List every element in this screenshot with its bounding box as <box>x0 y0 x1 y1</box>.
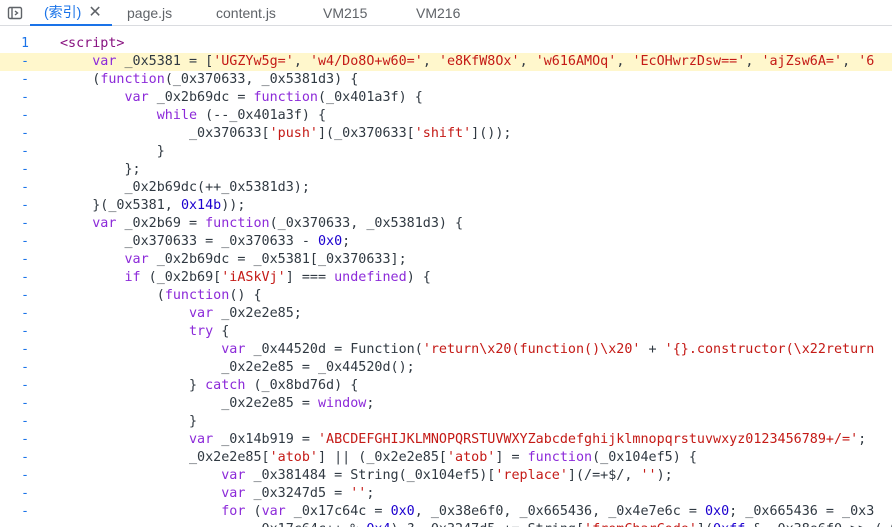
code-text: var _0x2b69dc = _0x5381[_0x370633]; <box>124 252 407 267</box>
line-number[interactable]: - <box>0 503 40 521</box>
code-text: var _0x381484 = String(_0x104ef5)['repla… <box>221 468 673 483</box>
tab-label: (索引) <box>44 4 82 20</box>
line-number[interactable]: - <box>0 215 40 233</box>
line-number[interactable]: - <box>0 53 40 71</box>
code-line[interactable]: - var _0x381484 = String(_0x104ef5)['rep… <box>0 467 892 485</box>
code-text: _0x2e2e85 = window; <box>60 396 375 411</box>
code-line[interactable]: - } <box>0 143 892 161</box>
line-number[interactable]: - <box>0 287 40 305</box>
code-text: }; <box>60 162 141 177</box>
line-number[interactable]: - <box>0 413 40 431</box>
code-line[interactable]: - var _0x44520d = Function('return\x20(f… <box>0 341 892 359</box>
code-line[interactable]: - } catch (_0x8bd76d) { <box>0 377 892 395</box>
code-text: } <box>60 414 198 429</box>
line-number[interactable]: - <box>0 305 40 323</box>
code-text: _0x2b69dc(++_0x5381d3); <box>60 180 310 195</box>
code-text: var _0x44520d = Function('return\x20(fun… <box>221 342 875 357</box>
tab-label: content.js <box>216 5 276 21</box>
code-line[interactable]: - var _0x5381 = ['UGZYw5g=', 'w4/Do8O+w6… <box>0 53 892 71</box>
line-number[interactable]: - <box>0 521 40 527</box>
code-line[interactable]: 1 <script> <box>0 35 892 53</box>
line-number[interactable]: - <box>0 269 40 287</box>
code-line[interactable]: - while (--_0x401a3f) { <box>0 107 892 125</box>
line-number[interactable]: - <box>0 323 40 341</box>
code-text: (function() { <box>60 288 262 303</box>
code-text: _0x2e2e85['atob'] || (_0x2e2e85['atob'] … <box>60 450 697 465</box>
line-number[interactable]: - <box>0 125 40 143</box>
code-text: var _0x2b69 = function(_0x370633, _0x538… <box>92 216 464 231</box>
code-text: while (--_0x401a3f) { <box>156 108 327 123</box>
code-text: }(_0x5381, 0x14b)); <box>60 198 246 213</box>
line-number[interactable]: - <box>0 467 40 485</box>
code-line[interactable]: - var _0x3247d5 = ''; <box>0 485 892 503</box>
code-line[interactable]: - _0x2e2e85 = _0x44520d(); <box>0 359 892 377</box>
code-text: _0x2e2e85 = _0x44520d(); <box>60 360 415 375</box>
tab-content-js[interactable]: content.js <box>216 0 276 26</box>
code-line[interactable]: - var _0x2b69dc = function(_0x401a3f) { <box>0 89 892 107</box>
line-number[interactable]: - <box>0 107 40 125</box>
code-line[interactable]: - for (var _0x17c64c = 0x0, _0x38e6f0, _… <box>0 503 892 521</box>
code-line[interactable]: - _0x370633 = _0x370633 - 0x0; <box>0 233 892 251</box>
code-text: var _0x2b69dc = function(_0x401a3f) { <box>124 90 423 105</box>
code-line[interactable]: - var _0x14b919 = 'ABCDEFGHIJKLMNOPQRSTU… <box>0 431 892 449</box>
line-number[interactable]: 1 <box>0 35 40 53</box>
code-editor[interactable]: 1 <script> - var _0x5381 = ['UGZYw5g=', 'w… <box>0 35 892 527</box>
code-text: if (_0x2b69['iASkVj'] === undefined) { <box>124 270 431 285</box>
sidebar-toggle-icon <box>7 6 23 19</box>
code-text: _0x370633 = _0x370633 - 0x0; <box>60 234 351 249</box>
code-text: _0x17c64c++ % 0x4) ? _0x3247d5 += String… <box>60 521 892 527</box>
line-number[interactable]: - <box>0 251 40 269</box>
code-text: } catch (_0x8bd76d) { <box>60 378 359 393</box>
code-line[interactable]: - (function(_0x370633, _0x5381d3) { <box>0 71 892 89</box>
code-text: _0x370633['push'](_0x370633['shift']()); <box>60 126 512 141</box>
line-number[interactable]: - <box>0 431 40 449</box>
source-tab-bar: (索引) ✕ page.js content.js VM215 VM216 <box>0 0 892 26</box>
toggle-navigator-button[interactable] <box>0 0 30 25</box>
code-text: for (var _0x17c64c = 0x0, _0x38e6f0, _0x… <box>221 504 875 519</box>
line-number[interactable]: - <box>0 161 40 179</box>
code-text: var _0x5381 = ['UGZYw5g=', 'w4/Do8O+w60=… <box>92 54 875 69</box>
line-number[interactable]: - <box>0 197 40 215</box>
line-number[interactable]: - <box>0 485 40 503</box>
code-line[interactable]: - try { <box>0 323 892 341</box>
code-text: var _0x14b919 = 'ABCDEFGHIJKLMNOPQRSTUVW… <box>189 432 867 447</box>
code-line[interactable]: - _0x2b69dc(++_0x5381d3); <box>0 179 892 197</box>
line-number[interactable]: - <box>0 359 40 377</box>
code-line[interactable]: - var _0x2b69dc = _0x5381[_0x370633]; <box>0 251 892 269</box>
tab-index[interactable]: (索引) ✕ <box>30 0 112 26</box>
tab-label: VM216 <box>416 5 461 21</box>
tab-page-js[interactable]: page.js <box>127 0 172 26</box>
close-icon[interactable]: ✕ <box>88 2 101 22</box>
line-number[interactable]: - <box>0 179 40 197</box>
line-number[interactable]: - <box>0 395 40 413</box>
code-text: try { <box>189 324 230 339</box>
code-line[interactable]: - var _0x2b69 = function(_0x370633, _0x5… <box>0 215 892 233</box>
line-number[interactable]: - <box>0 377 40 395</box>
line-number[interactable]: - <box>0 233 40 251</box>
code-text: var _0x3247d5 = ''; <box>221 486 375 501</box>
code-line[interactable]: - _0x17c64c++ % 0x4) ? _0x3247d5 += Stri… <box>0 521 892 527</box>
tab-label: VM215 <box>323 5 368 21</box>
line-number[interactable]: - <box>0 341 40 359</box>
code-text: } <box>60 144 165 159</box>
tab-vm216[interactable]: VM216 <box>416 0 460 26</box>
code-text: (function(_0x370633, _0x5381d3) { <box>60 72 359 87</box>
code-line[interactable]: - var _0x2e2e85; <box>0 305 892 323</box>
code-text: var _0x2e2e85; <box>189 306 302 321</box>
code-line[interactable]: - }(_0x5381, 0x14b)); <box>0 197 892 215</box>
tab-vm215[interactable]: VM215 <box>323 0 367 26</box>
code-line[interactable]: - _0x2e2e85['atob'] || (_0x2e2e85['atob'… <box>0 449 892 467</box>
code-line[interactable]: - _0x370633['push'](_0x370633['shift']()… <box>0 125 892 143</box>
line-number[interactable]: - <box>0 143 40 161</box>
line-number[interactable]: - <box>0 449 40 467</box>
code-line[interactable]: - _0x2e2e85 = window; <box>0 395 892 413</box>
line-number[interactable]: - <box>0 89 40 107</box>
code-text: <script> <box>60 36 125 51</box>
code-line[interactable]: - if (_0x2b69['iASkVj'] === undefined) { <box>0 269 892 287</box>
code-line[interactable]: - }; <box>0 161 892 179</box>
code-line[interactable]: - (function() { <box>0 287 892 305</box>
tab-label: page.js <box>127 5 173 21</box>
code-line[interactable]: - } <box>0 413 892 431</box>
line-number[interactable]: - <box>0 71 40 89</box>
